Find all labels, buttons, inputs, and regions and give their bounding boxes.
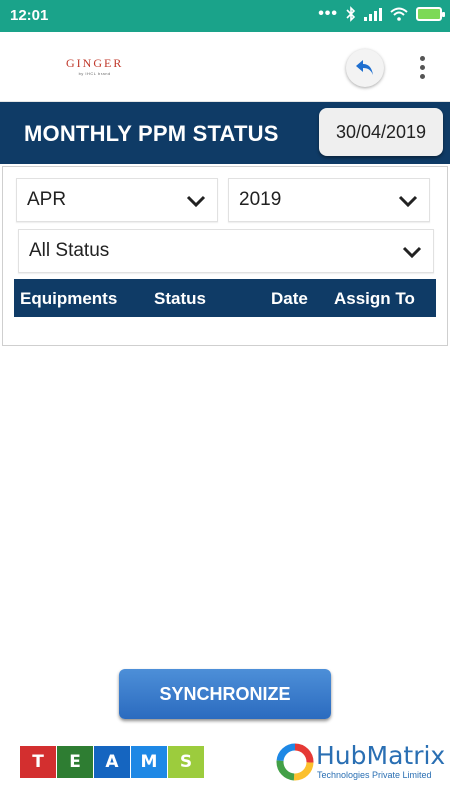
year-select[interactable]: 2019	[228, 178, 430, 222]
chevron-down-icon	[398, 195, 418, 208]
overflow-menu-button[interactable]	[412, 52, 432, 82]
teams-logo: T E A M S	[20, 746, 205, 778]
wifi-icon	[390, 7, 408, 21]
more-vert-icon	[419, 55, 425, 61]
company-tagline: Technologies Private Limited	[317, 770, 432, 780]
column-header-date: Date	[271, 289, 308, 308]
date-button[interactable]: 30/04/2019	[319, 108, 443, 156]
hubmatrix-logo: HubMatrix Technologies Private Limited	[276, 741, 445, 783]
more-dots-icon: •••	[318, 5, 338, 22]
page-title: MONTHLY PPM STATUS	[24, 121, 279, 146]
hubmatrix-ring-icon	[276, 743, 314, 781]
status-bar: 12:01 •••	[0, 0, 450, 32]
teams-letter: E	[57, 746, 93, 778]
undo-arrow-icon	[356, 60, 373, 75]
battery-charging-icon	[416, 7, 445, 21]
teams-letter: T	[20, 746, 56, 778]
ginger-logo: GINGER by IHCL brand	[66, 56, 123, 76]
status-icons: •••	[318, 5, 445, 22]
bluetooth-icon	[346, 6, 356, 22]
teams-letter: S	[168, 746, 204, 778]
status-select[interactable]: All Status	[18, 229, 434, 273]
month-value: APR	[27, 189, 67, 210]
column-header-status: Status	[154, 289, 206, 308]
teams-letter: A	[94, 746, 130, 778]
column-header-equipments: Equipments	[20, 289, 118, 308]
teams-letter: M	[131, 746, 167, 778]
back-button[interactable]	[346, 49, 384, 87]
more-vert-dot	[419, 64, 425, 70]
chevron-down-icon	[186, 195, 206, 208]
year-value: 2019	[239, 189, 282, 210]
chevron-down-icon	[402, 246, 422, 259]
company-name: HubMatrix	[316, 741, 446, 770]
app-bar: GINGER by IHCL brand	[0, 32, 450, 102]
logo-text: GINGER	[66, 56, 124, 70]
status-time: 12:01	[10, 7, 49, 24]
status-value: All Status	[29, 240, 110, 261]
month-select[interactable]: APR	[16, 178, 218, 222]
column-header-assign-to: Assign To	[334, 289, 415, 308]
logo-subtext: by IHCL brand	[78, 71, 111, 76]
more-vert-dot	[419, 73, 425, 79]
table-header: Equipments Status Date Assign To	[14, 279, 436, 317]
synchronize-button[interactable]: SYNCHRONIZE	[119, 669, 331, 719]
signal-icon	[364, 8, 382, 21]
